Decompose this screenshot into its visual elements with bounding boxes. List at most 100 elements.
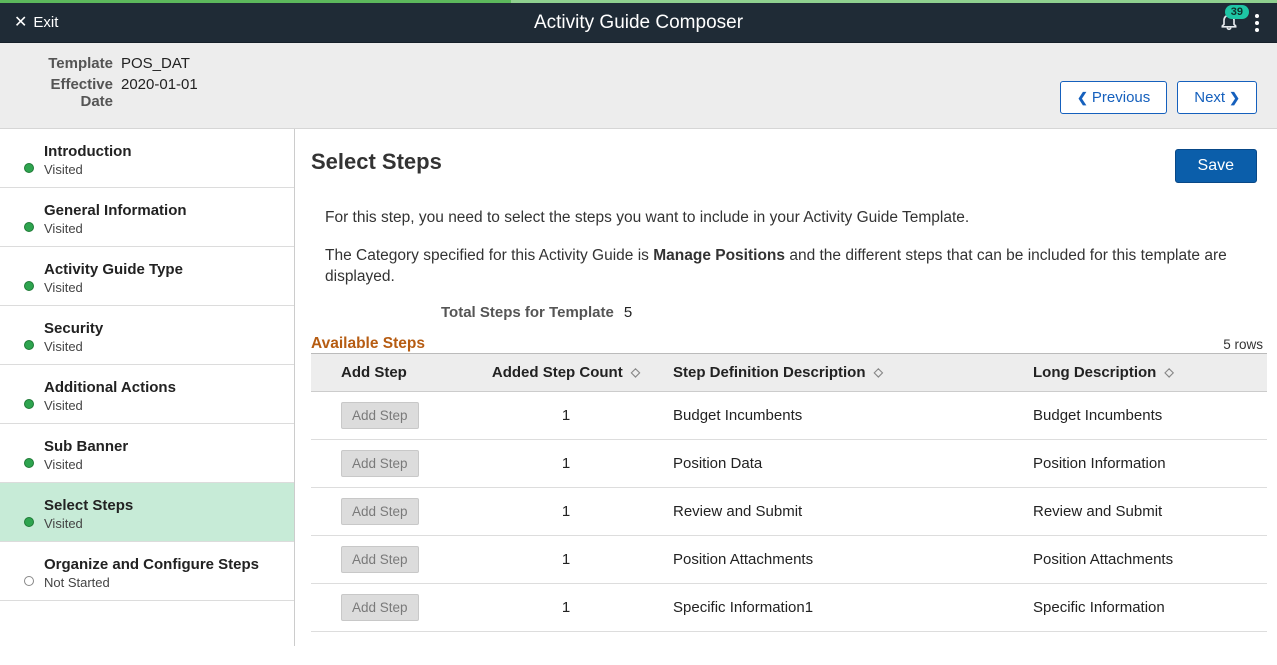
effective-date-value: 2020-01-01	[121, 76, 198, 110]
sidebar-item-status: Visited	[44, 221, 276, 236]
description-block: For this step, you need to select the st…	[325, 207, 1237, 288]
sidebar-item-title: Introduction	[44, 143, 276, 160]
status-dot-visited-icon	[24, 399, 34, 409]
col-long-desc[interactable]: Long Description ◇	[1021, 354, 1267, 392]
cell-step-desc: Position Attachments	[661, 536, 1021, 584]
cell-add-step: Add Step	[311, 584, 471, 632]
status-dot-visited-icon	[24, 517, 34, 527]
add-step-button[interactable]: Add Step	[341, 594, 419, 621]
cell-added-count: 1	[471, 536, 661, 584]
cell-added-count: 1	[471, 584, 661, 632]
sidebar-item-title: Additional Actions	[44, 379, 276, 396]
sidebar-item-title: Organize and Configure Steps	[44, 556, 276, 573]
status-dot-visited-icon	[24, 340, 34, 350]
app-header: ✕ Exit Activity Guide Composer 39	[0, 3, 1277, 43]
body: IntroductionVisitedGeneral InformationVi…	[0, 129, 1277, 646]
cell-add-step: Add Step	[311, 488, 471, 536]
close-icon: ✕	[14, 15, 27, 31]
desc2-category: Manage Positions	[653, 247, 785, 264]
sidebar-item-title: Sub Banner	[44, 438, 276, 455]
total-steps-label: Total Steps for Template	[441, 304, 614, 321]
cell-add-step: Add Step	[311, 536, 471, 584]
previous-button[interactable]: ❮ Previous	[1060, 81, 1167, 114]
col-add-step[interactable]: Add Step	[311, 354, 471, 392]
add-step-button[interactable]: Add Step	[341, 546, 419, 573]
sidebar-item[interactable]: Additional Actions Visited	[0, 365, 294, 424]
status-dot-visited-icon	[24, 458, 34, 468]
sidebar-item-title: Security	[44, 320, 276, 337]
cell-step-desc: Budget Incumbents	[661, 392, 1021, 440]
cell-long-desc: Position Information	[1021, 440, 1267, 488]
total-steps-row: Total Steps for Template 5	[441, 304, 1267, 321]
sidebar-item-status: Visited	[44, 516, 276, 531]
cell-long-desc: Specific Information	[1021, 584, 1267, 632]
sidebar-item[interactable]: Activity Guide Type Visited	[0, 247, 294, 306]
cell-add-step: Add Step	[311, 440, 471, 488]
sidebar-item-status: Visited	[44, 457, 276, 472]
effective-date-label: Effective Date	[16, 76, 121, 110]
desc2-pre: The Category specified for this Activity…	[325, 247, 653, 264]
sidebar-item[interactable]: Organize and Configure Steps Not Started	[0, 542, 294, 601]
col-step-desc[interactable]: Step Definition Description ◇	[661, 354, 1021, 392]
chevron-left-icon: ❮	[1077, 90, 1088, 106]
notification-badge: 39	[1225, 5, 1249, 19]
col-added-count[interactable]: Added Step Count ◇	[471, 354, 661, 392]
sort-icon: ◇	[874, 365, 883, 379]
sort-icon: ◇	[1165, 365, 1174, 379]
add-step-button[interactable]: Add Step	[341, 450, 419, 477]
cell-step-desc: Review and Submit	[661, 488, 1021, 536]
save-button[interactable]: Save	[1175, 149, 1257, 183]
header-actions: 39	[1219, 10, 1277, 36]
table-row: Add Step1Review and SubmitReview and Sub…	[311, 488, 1267, 536]
sidebar-item[interactable]: Sub Banner Visited	[0, 424, 294, 483]
cell-step-desc: Specific Information1	[661, 584, 1021, 632]
sidebar-item-title: General Information	[44, 202, 276, 219]
status-dot-notstarted-icon	[24, 576, 34, 586]
more-menu-button[interactable]	[1251, 10, 1263, 36]
total-steps-value: 5	[624, 304, 632, 321]
sidebar-item-title: Activity Guide Type	[44, 261, 276, 278]
sort-icon: ◇	[631, 365, 640, 379]
description-line-2: The Category specified for this Activity…	[325, 245, 1237, 288]
status-dot-visited-icon	[24, 281, 34, 291]
available-steps-table: Add Step Added Step Count ◇ Step Definit…	[311, 353, 1267, 632]
cell-added-count: 1	[471, 392, 661, 440]
table-row: Add Step1Budget IncumbentsBudget Incumbe…	[311, 392, 1267, 440]
add-step-button[interactable]: Add Step	[341, 402, 419, 429]
add-step-button[interactable]: Add Step	[341, 498, 419, 525]
next-button[interactable]: Next ❯	[1177, 81, 1257, 114]
main-content: Select Steps Save For this step, you nee…	[295, 129, 1277, 646]
next-label: Next	[1194, 89, 1225, 106]
exit-button[interactable]: ✕ Exit	[0, 3, 72, 42]
context-bar: Template POS_DAT Effective Date 2020-01-…	[0, 43, 1277, 129]
previous-label: Previous	[1092, 89, 1150, 106]
page-title: Activity Guide Composer	[534, 12, 743, 34]
sidebar-item-status: Visited	[44, 280, 276, 295]
sidebar-item-status: Visited	[44, 398, 276, 413]
sidebar-item-title: Select Steps	[44, 497, 276, 514]
nav-buttons: ❮ Previous Next ❯	[1060, 81, 1261, 114]
cell-added-count: 1	[471, 488, 661, 536]
sidebar-item[interactable]: General Information Visited	[0, 188, 294, 247]
cell-long-desc: Budget Incumbents	[1021, 392, 1267, 440]
template-value: POS_DAT	[121, 55, 190, 72]
steps-sidebar[interactable]: IntroductionVisitedGeneral InformationVi…	[0, 129, 295, 646]
template-info: Template POS_DAT Effective Date 2020-01-…	[16, 55, 198, 114]
status-dot-visited-icon	[24, 163, 34, 173]
sidebar-item-status: Not Started	[44, 575, 276, 590]
sidebar-item-status: Visited	[44, 339, 276, 354]
template-label: Template	[16, 55, 121, 72]
table-row: Add Step1Position AttachmentsPosition At…	[311, 536, 1267, 584]
notifications-button[interactable]: 39	[1219, 11, 1239, 34]
cell-add-step: Add Step	[311, 392, 471, 440]
sidebar-item[interactable]: Security Visited	[0, 306, 294, 365]
rows-count: 5 rows	[1223, 337, 1263, 352]
chevron-right-icon: ❯	[1229, 90, 1240, 106]
description-line-1: For this step, you need to select the st…	[325, 207, 1237, 229]
sidebar-item[interactable]: Select Steps Visited	[0, 483, 294, 542]
table-row: Add Step 1Specific Information1Specific I…	[311, 584, 1267, 632]
cell-added-count: 1	[471, 440, 661, 488]
exit-label: Exit	[33, 14, 58, 31]
sidebar-item[interactable]: IntroductionVisited	[0, 129, 294, 188]
table-row: Add Step1Position DataPosition Informati…	[311, 440, 1267, 488]
